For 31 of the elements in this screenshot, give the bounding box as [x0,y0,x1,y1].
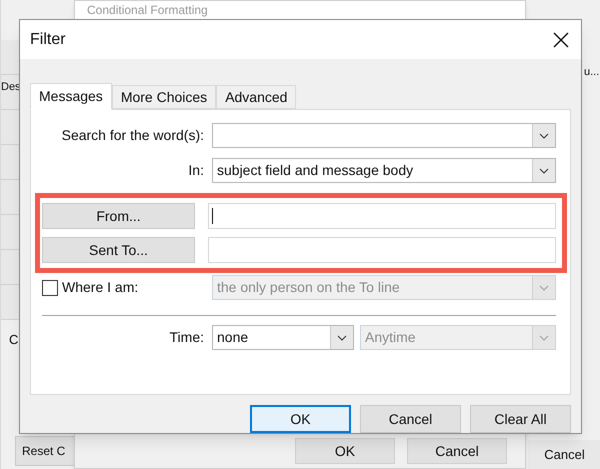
chevron-down-icon [337,334,347,340]
field-label: Search for the word(s): [62,126,204,145]
time-combo[interactable]: none [212,325,354,350]
dialog-button[interactable]: OK [295,438,395,464]
field-label: In: [188,161,204,180]
tab[interactable]: Messages [30,83,112,110]
chevron-down-icon [539,334,549,340]
dialog-title: Conditional Formatting [87,2,208,19]
search-combo[interactable] [212,123,556,148]
tab[interactable]: Advanced [216,85,296,109]
from-button[interactable]: From... [42,203,195,229]
dialog-button[interactable]: Cancel [407,438,507,464]
column-label: u... [584,65,600,80]
tab[interactable]: More Choices [112,85,216,109]
window-title: Filter [30,30,66,50]
chevron-down-icon [539,168,549,174]
dialog-button[interactable]: Clear All [470,405,571,433]
in-combo[interactable]: subject field and message body [212,158,556,183]
cancel-button[interactable]: Cancel [528,440,600,469]
reset-button[interactable]: Reset C [15,436,75,466]
from-field[interactable] [208,203,556,229]
chevron-down-icon [539,284,549,290]
close-icon[interactable] [553,32,569,48]
sent-to-field[interactable] [208,237,556,263]
sent-to-button[interactable]: Sent To... [42,237,195,263]
dialog-button[interactable]: OK [250,405,351,433]
column-label: C [9,331,18,349]
dialog-button[interactable]: Cancel [360,405,461,433]
checkbox-label: Where I am: [62,278,138,297]
chevron-down-icon [539,132,549,138]
field-label: Time: [170,328,204,347]
